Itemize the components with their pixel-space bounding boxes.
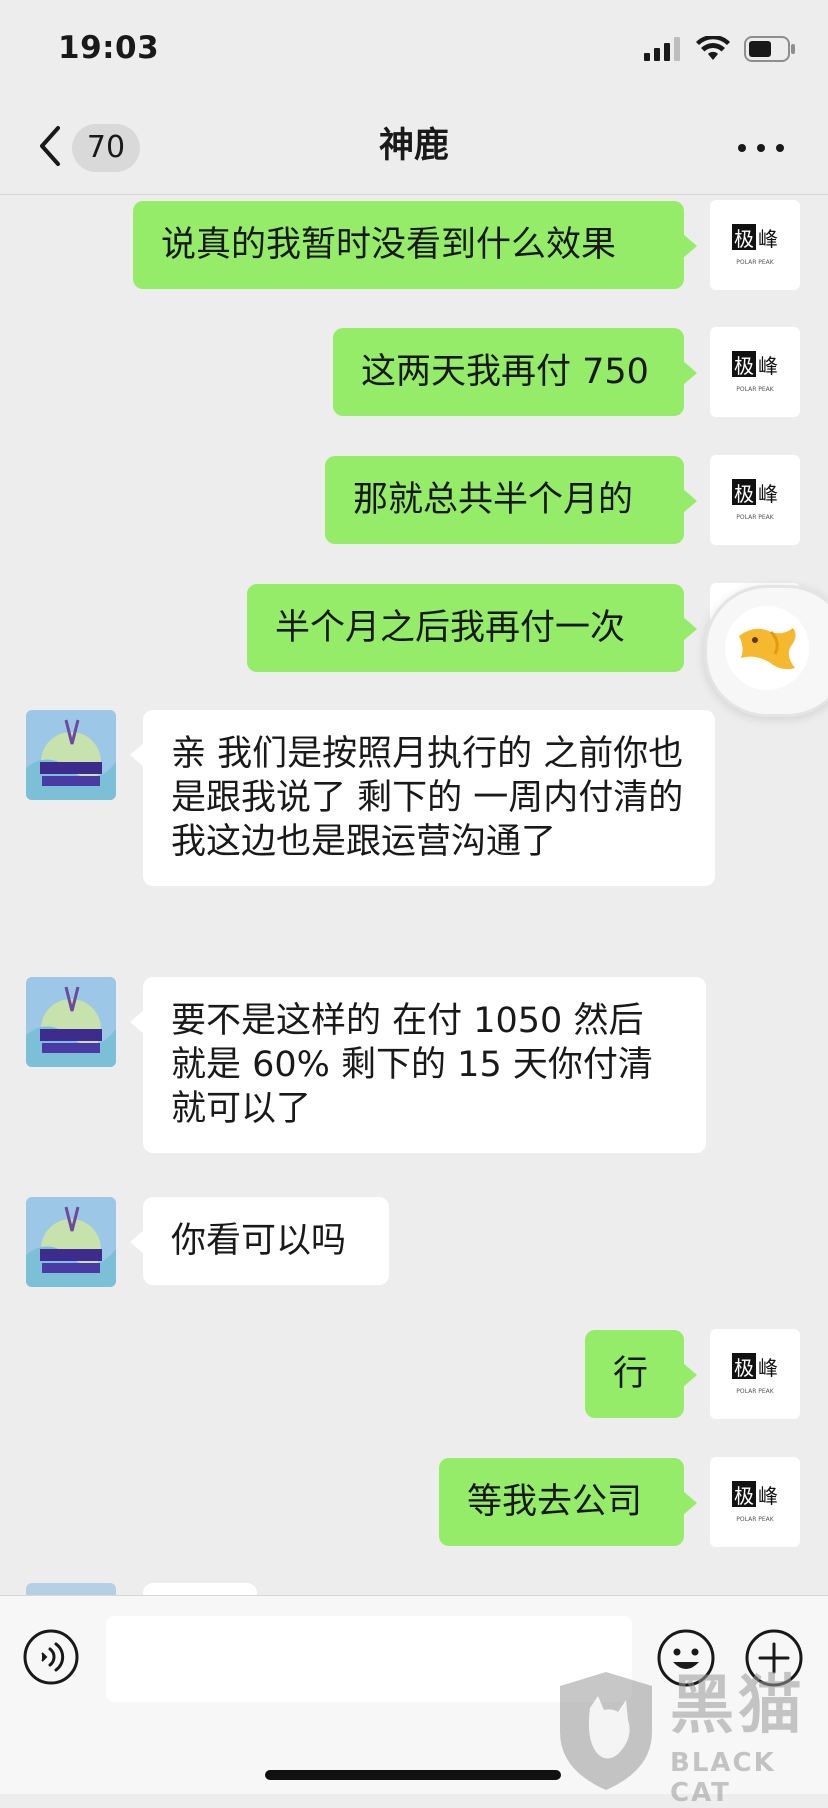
more-functions-button[interactable] (744, 1628, 804, 1688)
svg-text:极: 极 (734, 354, 754, 378)
home-indicator[interactable] (265, 1770, 561, 1780)
message-row: 你看可以吗 (0, 1197, 828, 1289)
chat-title: 神鹿 (378, 126, 449, 166)
contact-avatar-image-icon (26, 710, 116, 800)
message-bubble-incoming[interactable]: 要不是这样的 在付 1050 然后就是 60% 剩下的 15 天你付清就可以了 (130, 977, 706, 1153)
message-bubble-incoming-partial[interactable] (143, 1583, 257, 1595)
contact-avatar-image-icon (26, 977, 116, 1067)
message-bubble-outgoing[interactable]: 行 (585, 1330, 697, 1418)
message-row: 那就总共半个月的 极 峰 POLAR PEAK (0, 453, 828, 545)
voice-icon (23, 1629, 79, 1685)
svg-text:极: 极 (734, 482, 754, 506)
polar-peak-logo-icon: 极 峰 POLAR PEAK (732, 479, 778, 521)
my-avatar[interactable]: 极 峰 POLAR PEAK (710, 200, 800, 290)
message-bubble-incoming[interactable]: 亲 我们是按照月执行的 之前你也是跟我说了 剩下的 一周内付清的 我这边也是跟运… (130, 710, 715, 886)
svg-text:峰: 峰 (758, 1356, 778, 1380)
input-bar (0, 1595, 828, 1794)
contact-avatar[interactable] (26, 710, 116, 800)
polar-peak-logo-icon: 极 峰 POLAR PEAK (732, 351, 778, 393)
svg-text:峰: 峰 (758, 227, 778, 251)
battery-icon (744, 36, 795, 62)
svg-text:POLAR PEAK: POLAR PEAK (736, 259, 775, 266)
svg-text:极: 极 (734, 1484, 754, 1508)
voice-input-button[interactable] (22, 1628, 80, 1686)
contact-avatar-image-icon (26, 1197, 116, 1287)
message-input[interactable] (106, 1616, 632, 1702)
message-row: 行 极 峰 POLAR PEAK (0, 1327, 828, 1419)
svg-text:极: 极 (734, 227, 754, 251)
status-bar: 19:03 (0, 0, 828, 100)
contact-avatar[interactable] (26, 977, 116, 1067)
message-bubble-incoming[interactable]: 你看可以吗 (130, 1197, 389, 1285)
svg-text:峰: 峰 (758, 482, 778, 506)
status-icons (644, 36, 796, 62)
more-dot-icon (776, 144, 784, 152)
svg-text:POLAR PEAK: POLAR PEAK (736, 514, 775, 521)
svg-text:POLAR PEAK: POLAR PEAK (736, 1516, 775, 1523)
contact-avatar[interactable] (26, 1197, 116, 1287)
more-options-button[interactable] (738, 128, 784, 168)
svg-text:POLAR PEAK: POLAR PEAK (736, 386, 775, 393)
polar-peak-logo-icon: 极 峰 POLAR PEAK (732, 224, 778, 266)
wifi-icon (696, 36, 730, 60)
polar-peak-logo-icon: 极 峰 POLAR PEAK (732, 1353, 778, 1395)
floating-widget-icon-container (725, 606, 809, 690)
svg-text:极: 极 (734, 1356, 754, 1380)
message-row: 说真的我暂时没看到什么效果 极 峰 POLAR PEAK (0, 198, 828, 290)
message-row: 要不是这样的 在付 1050 然后就是 60% 剩下的 15 天你付清就可以了 (0, 977, 828, 1161)
more-dot-icon (738, 144, 746, 152)
svg-text:峰: 峰 (758, 354, 778, 378)
message-row: 亲 我们是按照月执行的 之前你也是跟我说了 剩下的 一周内付清的 我这边也是跟运… (0, 710, 828, 940)
svg-text:峰: 峰 (758, 1484, 778, 1508)
message-row: 等我去公司 极 峰 POLAR PEAK (0, 1455, 828, 1547)
contact-avatar[interactable] (26, 1583, 116, 1595)
message-row-partial (0, 1583, 828, 1595)
my-avatar[interactable]: 极 峰 POLAR PEAK (710, 327, 800, 417)
message-bubble-outgoing[interactable]: 这两天我再付 750 (333, 328, 697, 416)
svg-text:POLAR PEAK: POLAR PEAK (736, 1388, 775, 1395)
yellow-deer-icon (739, 628, 796, 670)
plus-circle-icon (745, 1629, 803, 1687)
cellular-signal-icon (644, 37, 680, 61)
message-bubble-outgoing[interactable]: 等我去公司 (439, 1458, 697, 1546)
chat-header: 70 神鹿 (0, 100, 828, 195)
message-row: 这两天我再付 750 极 峰 POLAR PEAK (0, 325, 828, 417)
message-bubble-outgoing[interactable]: 半个月之后我再付一次 (247, 584, 697, 672)
my-avatar[interactable]: 极 峰 POLAR PEAK (710, 455, 800, 545)
message-bubble-outgoing[interactable]: 说真的我暂时没看到什么效果 (133, 201, 697, 289)
floating-miniprogram-widget[interactable] (704, 585, 828, 717)
message-bubble-outgoing[interactable]: 那就总共半个月的 (325, 456, 697, 544)
my-avatar[interactable]: 极 峰 POLAR PEAK (710, 1329, 800, 1419)
emoji-button[interactable] (656, 1628, 716, 1688)
message-list[interactable]: 说真的我暂时没看到什么效果 极 峰 POLAR PEAK 这两天我再付 750 … (0, 195, 828, 1595)
polar-peak-logo-icon: 极 峰 POLAR PEAK (732, 1481, 778, 1523)
my-avatar[interactable]: 极 峰 POLAR PEAK (710, 1457, 800, 1547)
more-dot-icon (757, 144, 765, 152)
status-time: 19:03 (58, 30, 160, 66)
smiley-face-icon (657, 1629, 715, 1687)
